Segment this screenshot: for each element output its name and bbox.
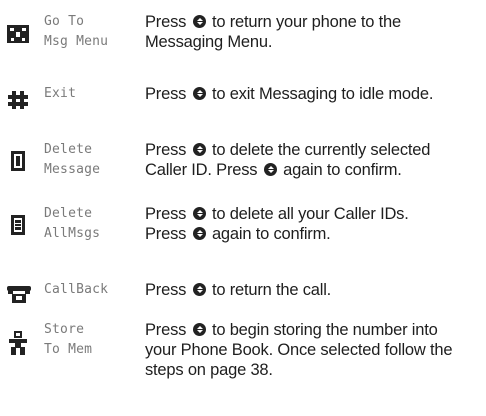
- nav-key-icon: [192, 15, 206, 28]
- nav-key-icon: [192, 207, 206, 220]
- softkey-label: Exit: [44, 86, 77, 101]
- softkey-description: Press to return the call.: [145, 281, 332, 299]
- delete-message-icon: [6, 149, 32, 175]
- callback-phone-icon: [6, 282, 32, 308]
- store-person-icon: [6, 330, 32, 356]
- nav-key-icon: [192, 87, 206, 100]
- nav-key-icon: [192, 323, 206, 336]
- softkey-description: Press to exit Messaging to idle mode.: [145, 85, 434, 103]
- softkey-label: Delete AllMsgs: [44, 206, 101, 241]
- nav-key-icon: [192, 227, 206, 240]
- exit-icon: [6, 88, 32, 114]
- softkey-description: Press to delete the currently selected C…: [145, 141, 431, 179]
- nav-key-icon: [192, 143, 206, 156]
- softkey-description: Press to begin storing the number into y…: [145, 321, 453, 379]
- softkey-label: CallBack: [44, 282, 109, 297]
- softkey-label: Go To Msg Menu: [44, 14, 109, 49]
- softkey-description: Press to return your phone to the Messag…: [145, 13, 402, 51]
- nav-key-icon: [263, 163, 277, 176]
- softkey-label: Store To Mem: [44, 322, 93, 357]
- softkey-description: Press to delete all your Caller IDs. Pre…: [145, 205, 409, 243]
- delete-all-icon: [6, 213, 32, 239]
- nav-key-icon: [192, 283, 206, 296]
- go-to-menu-icon: [6, 22, 32, 48]
- softkey-label: Delete Message: [44, 142, 101, 177]
